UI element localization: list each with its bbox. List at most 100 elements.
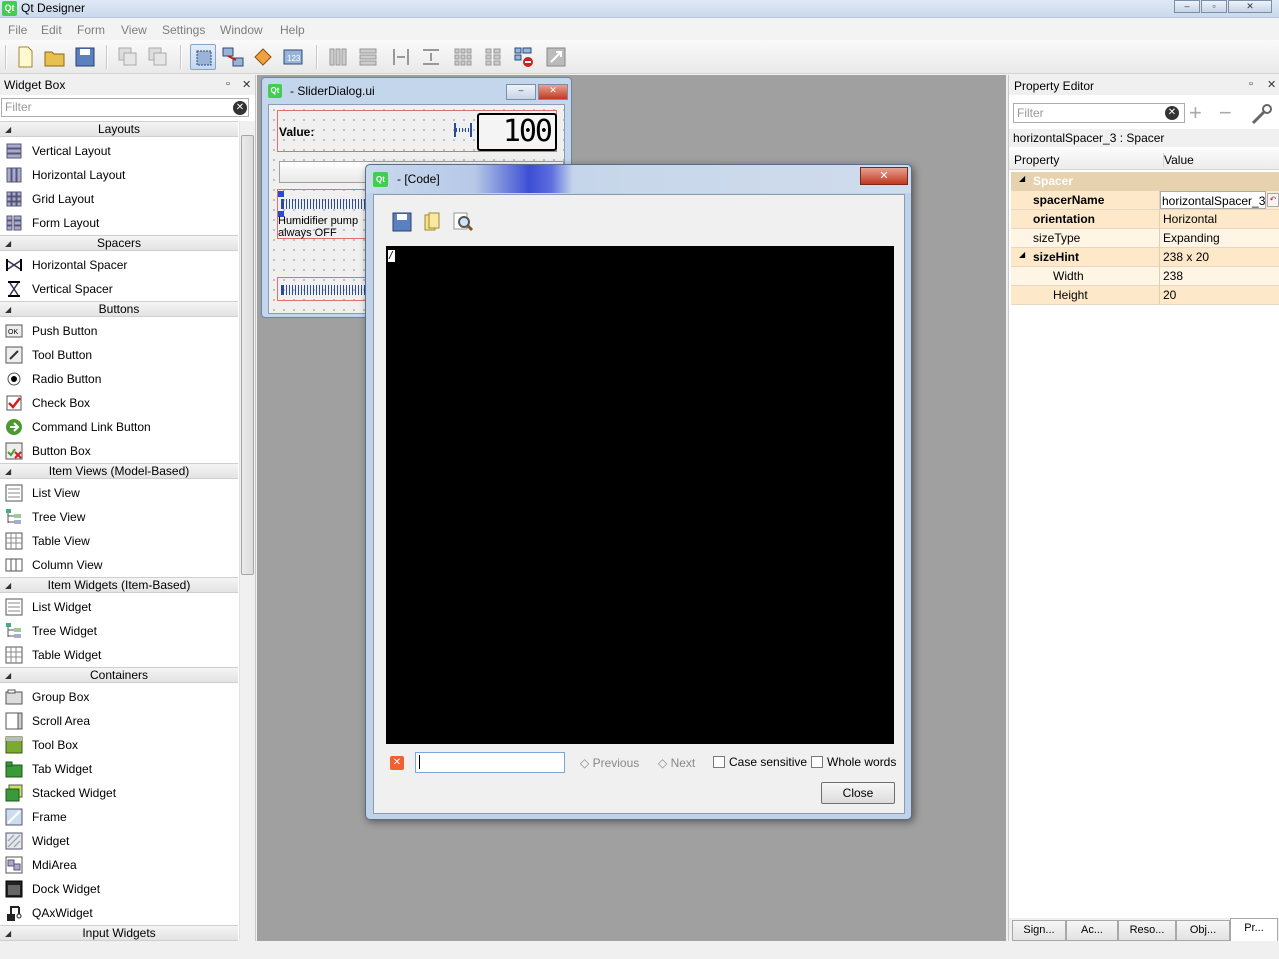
widget-item-tab-widget[interactable]: Tab Widget <box>0 757 238 781</box>
widget-item-vertical-spacer[interactable]: Vertical Spacer <box>0 277 238 301</box>
layout-vertical-icon[interactable] <box>355 44 381 70</box>
property-row-sizehint[interactable]: ◢ sizeHint 238 x 20 <box>1011 248 1279 267</box>
tab-resource-browser[interactable]: Reso... <box>1118 920 1176 941</box>
close-button[interactable]: Close <box>821 782 895 804</box>
scrollbar-thumb[interactable] <box>241 135 254 575</box>
new-form-icon[interactable] <box>12 44 38 70</box>
case-sensitive-checkbox[interactable]: Case sensitive <box>713 755 807 769</box>
slider-dialog-minimize-button[interactable]: – <box>506 84 536 100</box>
float-dock-icon[interactable]: ▫ <box>226 78 230 90</box>
collapse-arrow-icon[interactable]: ◢ <box>5 927 11 941</box>
checkbox-box[interactable] <box>713 756 725 768</box>
collapse-arrow-icon[interactable]: ◢ <box>5 237 11 251</box>
paste-icon[interactable] <box>145 44 171 70</box>
category-layouts[interactable]: ◢ Layouts <box>0 121 238 137</box>
widget-item-stacked-widget[interactable]: Stacked Widget <box>0 781 238 805</box>
widget-item-group-box[interactable]: Group Box <box>0 685 238 709</box>
widget-item-dock-widget[interactable]: Dock Widget <box>0 877 238 901</box>
expand-arrow-icon[interactable]: ◢ <box>1019 250 1025 259</box>
widget-item-frame[interactable]: Frame <box>0 805 238 829</box>
horizontal-spacer-selected[interactable] <box>281 199 365 209</box>
layout-grid-icon[interactable] <box>450 44 476 70</box>
widget-item-table-widget[interactable]: Table Widget <box>0 643 238 667</box>
remove-dynamic-property-icon[interactable]: − <box>1219 102 1232 124</box>
copy-to-clipboard-icon[interactable] <box>420 210 444 234</box>
clear-filter-icon[interactable]: ✕ <box>1165 106 1179 120</box>
menu-view[interactable]: View <box>121 23 147 37</box>
widget-box-scrollbar[interactable] <box>239 121 255 941</box>
menu-edit[interactable]: Edit <box>41 23 62 37</box>
widget-item-tree-widget[interactable]: Tree Widget <box>0 619 238 643</box>
property-row-height[interactable]: Height 20 <box>1011 286 1279 305</box>
save-icon[interactable] <box>390 210 414 234</box>
menu-window[interactable]: Window <box>220 23 263 37</box>
tab-object-inspector[interactable]: Obj... <box>1176 920 1230 941</box>
property-group-spacer[interactable]: ◢ Spacer <box>1011 172 1279 191</box>
edit-signals-slots-icon[interactable] <box>220 44 246 70</box>
menu-help[interactable]: Help <box>280 23 305 37</box>
widget-item-column-view[interactable]: Column View <box>0 553 238 577</box>
widget-item-tool-box[interactable]: Tool Box <box>0 733 238 757</box>
widget-item-push-button[interactable]: OK Push Button <box>0 319 238 343</box>
next-button[interactable]: ◇ Next <box>658 756 695 770</box>
float-dock-icon[interactable]: ▫ <box>1249 78 1253 90</box>
edit-buddies-icon[interactable] <box>250 44 276 70</box>
category-input-widgets[interactable]: ◢ Input Widgets <box>0 925 238 941</box>
widget-item-radio-button[interactable]: Radio Button <box>0 367 238 391</box>
column-property[interactable]: Property <box>1014 153 1059 167</box>
configure-wrench-icon[interactable] <box>1249 103 1273 125</box>
layout-v-splitter-icon[interactable] <box>418 44 444 70</box>
property-row-sizetype[interactable]: sizeType Expanding <box>1011 229 1279 248</box>
category-spacers[interactable]: ◢ Spacers <box>0 235 238 251</box>
open-form-icon[interactable] <box>42 44 68 70</box>
code-dialog-close-button[interactable]: ✕ <box>860 167 908 185</box>
collapse-arrow-icon[interactable]: ◢ <box>5 579 11 593</box>
copy-icon[interactable] <box>115 44 141 70</box>
collapse-arrow-icon[interactable]: ◢ <box>5 123 11 137</box>
collapse-arrow-icon[interactable]: ◢ <box>5 303 11 317</box>
expand-arrow-icon[interactable]: ◢ <box>1019 174 1025 183</box>
widget-item-horizontal-layout[interactable]: Horizontal Layout <box>0 163 238 187</box>
tab-action-editor[interactable]: Ac... <box>1066 920 1118 941</box>
layout-form-icon[interactable] <box>480 44 506 70</box>
category-item-views-model-based[interactable]: ◢ Item Views (Model-Based) <box>0 463 238 479</box>
layout-h-splitter-icon[interactable] <box>388 44 414 70</box>
close-dock-icon[interactable]: ✕ <box>1267 78 1276 91</box>
lcd-number[interactable]: 100 <box>477 113 557 151</box>
widget-item-command-link-button[interactable]: Command Link Button <box>0 415 238 439</box>
widget-item-scroll-area[interactable]: Scroll Area <box>0 709 238 733</box>
horizontal-spacer[interactable] <box>281 285 365 295</box>
widget-item-button-box[interactable]: Button Box <box>0 439 238 463</box>
save-form-icon[interactable] <box>72 44 98 70</box>
selection-handle[interactable] <box>278 191 284 197</box>
widget-item-list-view[interactable]: List View <box>0 481 238 505</box>
widget-item-qaxwidget[interactable]: QAxWidget <box>0 901 238 925</box>
category-buttons[interactable]: ◢ Buttons <box>0 301 238 317</box>
menu-settings[interactable]: Settings <box>162 23 205 37</box>
slider-dialog-close-button[interactable]: ✕ <box>538 84 568 100</box>
find-input[interactable] <box>415 752 565 773</box>
widget-item-form-layout[interactable]: Form Layout <box>0 211 238 235</box>
add-dynamic-property-icon[interactable]: + <box>1189 102 1202 124</box>
widget-item-check-box[interactable]: Check Box <box>0 391 238 415</box>
widget-item-vertical-layout[interactable]: Vertical Layout <box>0 139 238 163</box>
spacer-icon[interactable] <box>454 123 472 137</box>
widget-item-mdiarea[interactable]: MdiArea <box>0 853 238 877</box>
widget-item-tool-button[interactable]: Tool Button <box>0 343 238 367</box>
code-dialog-caption[interactable]: Qt - [Code] ✕ <box>366 165 911 193</box>
slider-dialog-caption[interactable]: Qt - SliderDialog.ui – ✕ <box>266 82 568 100</box>
reset-property-icon[interactable]: ↶ <box>1267 193 1279 207</box>
tab-signal-slot-editor[interactable]: Sign... <box>1012 920 1066 941</box>
spacer-name-input[interactable]: horizontalSpacer_3 <box>1160 191 1266 209</box>
menu-form[interactable]: Form <box>77 23 105 37</box>
value-label[interactable]: Value: <box>279 125 314 139</box>
whole-words-checkbox[interactable]: Whole words <box>811 755 896 769</box>
adjust-size-icon[interactable] <box>543 44 569 70</box>
widget-item-grid-layout[interactable]: Grid Layout <box>0 187 238 211</box>
property-row-width[interactable]: Width 238 <box>1011 267 1279 286</box>
break-layout-icon[interactable] <box>511 44 537 70</box>
widget-item-horizontal-spacer[interactable]: Horizontal Spacer <box>0 253 238 277</box>
property-filter-input[interactable]: Filter <box>1013 103 1185 123</box>
menu-file[interactable]: File <box>8 23 27 37</box>
edit-tab-order-icon[interactable]: 123 <box>280 44 306 70</box>
